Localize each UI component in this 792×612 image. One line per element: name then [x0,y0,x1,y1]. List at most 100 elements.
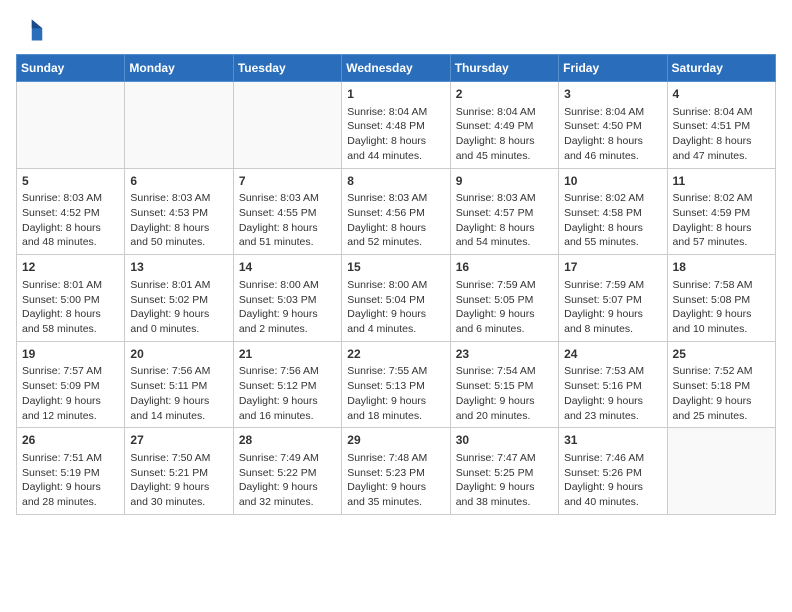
day-info: Sunrise: 8:03 AM Sunset: 4:55 PM Dayligh… [239,191,336,250]
day-number: 5 [22,173,119,190]
calendar-cell: 20Sunrise: 7:56 AM Sunset: 5:11 PM Dayli… [125,341,233,428]
day-info: Sunrise: 8:01 AM Sunset: 5:02 PM Dayligh… [130,278,227,337]
day-info: Sunrise: 8:01 AM Sunset: 5:00 PM Dayligh… [22,278,119,337]
weekday-header: Monday [125,55,233,82]
calendar-cell: 6Sunrise: 8:03 AM Sunset: 4:53 PM Daylig… [125,168,233,255]
calendar-cell: 14 Sunrise: 8:00 AM Sunset: 5:03 PM Dayli… [233,255,341,342]
calendar-cell: 25Sunrise: 7:52 AM Sunset: 5:18 PM Dayli… [667,341,775,428]
calendar-cell: 18 Sunrise: 7:58 AM Sunset: 5:08 PM Dayli… [667,255,775,342]
calendar-cell: 19Sunrise: 7:57 AM Sunset: 5:09 PM Dayli… [17,341,125,428]
calendar-cell: 2 Sunrise: 8:04 AM Sunset: 4:49 PM Daylig… [450,82,558,169]
calendar-cell [233,82,341,169]
day-info: Sunrise: 8:03 AM Sunset: 4:56 PM Dayligh… [347,191,444,250]
day-number: 9 [456,173,553,190]
day-info: Sunrise: 8:04 AM Sunset: 4:50 PM Dayligh… [564,105,661,164]
calendar-cell: 10Sunrise: 8:02 AM Sunset: 4:58 PM Dayli… [559,168,667,255]
day-info: Sunrise: 8:03 AM Sunset: 4:52 PM Dayligh… [22,191,119,250]
weekday-header: Wednesday [342,55,450,82]
calendar-cell: 17Sunrise: 7:59 AM Sunset: 5:07 PM Dayli… [559,255,667,342]
calendar-cell: 26 Sunrise: 7:51 AM Sunset: 5:19 PM Dayli… [17,428,125,515]
day-info: Sunrise: 7:49 AM Sunset: 5:22 PM Dayligh… [239,451,336,510]
day-number: 21 [239,346,336,363]
calendar-cell: 3 Sunrise: 8:04 AM Sunset: 4:50 PM Daylig… [559,82,667,169]
day-info: Sunrise: 7:53 AM Sunset: 5:16 PM Dayligh… [564,364,661,423]
day-number: 19 [22,346,119,363]
day-info: Sunrise: 7:50 AM Sunset: 5:21 PM Dayligh… [130,451,227,510]
day-number: 14 [239,259,336,276]
day-number: 27 [130,432,227,449]
day-number: 15 [347,259,444,276]
day-number: 25 [673,346,770,363]
day-info: Sunrise: 7:59 AM Sunset: 5:05 PM Dayligh… [456,278,553,337]
calendar-cell: 28 Sunrise: 7:49 AM Sunset: 5:22 PM Dayli… [233,428,341,515]
day-number: 7 [239,173,336,190]
calendar-cell: 30Sunrise: 7:47 AM Sunset: 5:25 PM Dayli… [450,428,558,515]
day-info: Sunrise: 7:57 AM Sunset: 5:09 PM Dayligh… [22,364,119,423]
calendar-cell: 16 Sunrise: 7:59 AM Sunset: 5:05 PM Dayli… [450,255,558,342]
calendar-week-row: 12 Sunrise: 8:01 AM Sunset: 5:00 PM Dayli… [17,255,776,342]
day-info: Sunrise: 7:51 AM Sunset: 5:19 PM Dayligh… [22,451,119,510]
day-number: 29 [347,432,444,449]
day-number: 12 [22,259,119,276]
calendar-cell: 11Sunrise: 8:02 AM Sunset: 4:59 PM Dayli… [667,168,775,255]
logo [16,16,48,44]
day-number: 26 [22,432,119,449]
calendar-cell: 15 Sunrise: 8:00 AM Sunset: 5:04 PM Dayli… [342,255,450,342]
calendar-cell: 4 Sunrise: 8:04 AM Sunset: 4:51 PM Daylig… [667,82,775,169]
calendar-cell: 13Sunrise: 8:01 AM Sunset: 5:02 PM Dayli… [125,255,233,342]
calendar-week-row: 19Sunrise: 7:57 AM Sunset: 5:09 PM Dayli… [17,341,776,428]
day-number: 24 [564,346,661,363]
calendar-cell: 7Sunrise: 8:03 AM Sunset: 4:55 PM Daylig… [233,168,341,255]
calendar-cell: 9Sunrise: 8:03 AM Sunset: 4:57 PM Daylig… [450,168,558,255]
day-info: Sunrise: 8:04 AM Sunset: 4:48 PM Dayligh… [347,105,444,164]
day-info: Sunrise: 7:56 AM Sunset: 5:12 PM Dayligh… [239,364,336,423]
day-number: 28 [239,432,336,449]
day-info: Sunrise: 7:55 AM Sunset: 5:13 PM Dayligh… [347,364,444,423]
calendar-cell: 12 Sunrise: 8:01 AM Sunset: 5:00 PM Dayli… [17,255,125,342]
day-info: Sunrise: 7:59 AM Sunset: 5:07 PM Dayligh… [564,278,661,337]
day-number: 18 [673,259,770,276]
calendar-cell: 1 Sunrise: 8:04 AM Sunset: 4:48 PM Daylig… [342,82,450,169]
calendar-cell: 24Sunrise: 7:53 AM Sunset: 5:16 PM Dayli… [559,341,667,428]
weekday-header-row: SundayMondayTuesdayWednesdayThursdayFrid… [17,55,776,82]
calendar-week-row: 1 Sunrise: 8:04 AM Sunset: 4:48 PM Daylig… [17,82,776,169]
calendar-table: SundayMondayTuesdayWednesdayThursdayFrid… [16,54,776,515]
day-info: Sunrise: 8:00 AM Sunset: 5:03 PM Dayligh… [239,278,336,337]
day-number: 8 [347,173,444,190]
day-number: 22 [347,346,444,363]
day-info: Sunrise: 8:03 AM Sunset: 4:53 PM Dayligh… [130,191,227,250]
day-info: Sunrise: 7:48 AM Sunset: 5:23 PM Dayligh… [347,451,444,510]
calendar-cell: 29 Sunrise: 7:48 AM Sunset: 5:23 PM Dayli… [342,428,450,515]
calendar-cell [667,428,775,515]
weekday-header: Sunday [17,55,125,82]
day-number: 16 [456,259,553,276]
calendar-week-row: 5Sunrise: 8:03 AM Sunset: 4:52 PM Daylig… [17,168,776,255]
calendar-cell: 8Sunrise: 8:03 AM Sunset: 4:56 PM Daylig… [342,168,450,255]
calendar-cell: 27 Sunrise: 7:50 AM Sunset: 5:21 PM Dayli… [125,428,233,515]
calendar-cell: 23Sunrise: 7:54 AM Sunset: 5:15 PM Dayli… [450,341,558,428]
day-number: 2 [456,86,553,103]
day-info: Sunrise: 8:03 AM Sunset: 4:57 PM Dayligh… [456,191,553,250]
day-info: Sunrise: 8:00 AM Sunset: 5:04 PM Dayligh… [347,278,444,337]
day-number: 31 [564,432,661,449]
day-info: Sunrise: 8:04 AM Sunset: 4:51 PM Dayligh… [673,105,770,164]
day-info: Sunrise: 8:02 AM Sunset: 4:58 PM Dayligh… [564,191,661,250]
calendar-week-row: 26 Sunrise: 7:51 AM Sunset: 5:19 PM Dayli… [17,428,776,515]
day-number: 3 [564,86,661,103]
day-info: Sunrise: 8:04 AM Sunset: 4:49 PM Dayligh… [456,105,553,164]
day-number: 1 [347,86,444,103]
day-number: 11 [673,173,770,190]
day-number: 20 [130,346,227,363]
weekday-header: Tuesday [233,55,341,82]
day-number: 4 [673,86,770,103]
day-info: Sunrise: 8:02 AM Sunset: 4:59 PM Dayligh… [673,191,770,250]
calendar-cell: 31Sunrise: 7:46 AM Sunset: 5:26 PM Dayli… [559,428,667,515]
day-info: Sunrise: 7:58 AM Sunset: 5:08 PM Dayligh… [673,278,770,337]
calendar-cell [17,82,125,169]
page-header [16,16,776,44]
calendar-cell: 21Sunrise: 7:56 AM Sunset: 5:12 PM Dayli… [233,341,341,428]
day-number: 6 [130,173,227,190]
day-number: 23 [456,346,553,363]
day-info: Sunrise: 7:52 AM Sunset: 5:18 PM Dayligh… [673,364,770,423]
day-info: Sunrise: 7:56 AM Sunset: 5:11 PM Dayligh… [130,364,227,423]
